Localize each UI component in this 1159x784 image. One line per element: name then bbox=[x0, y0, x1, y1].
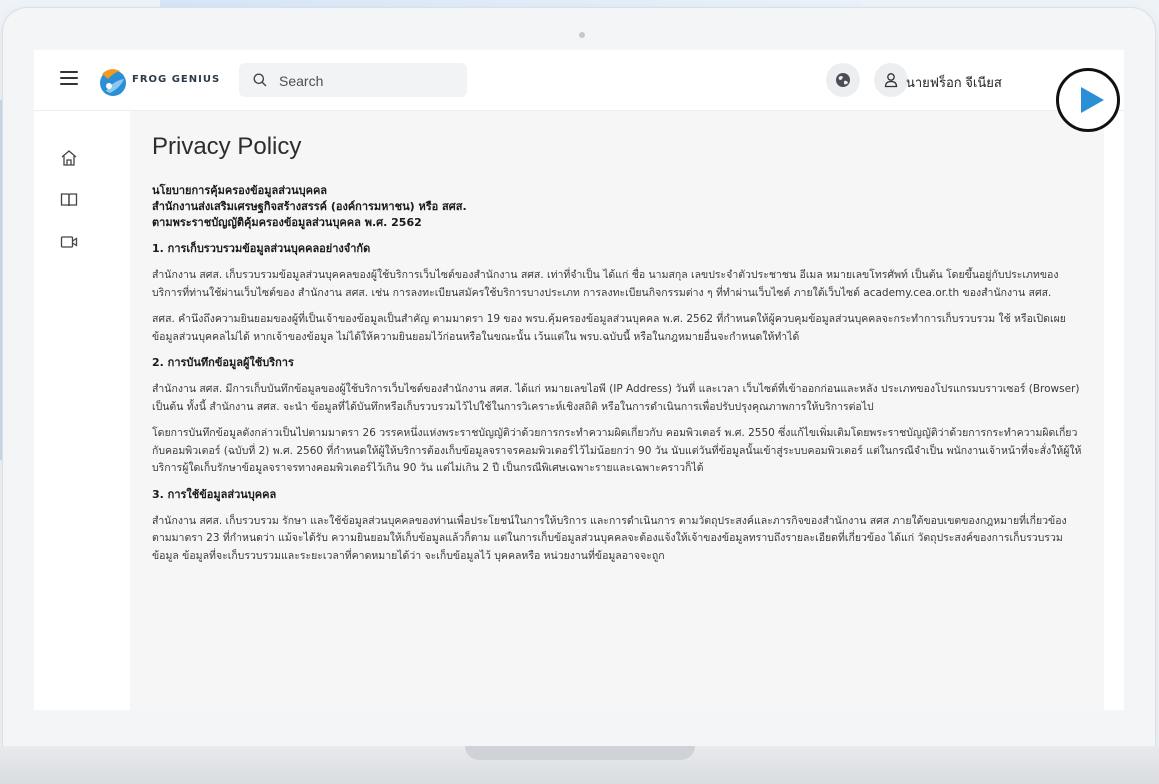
brand-name: FROG GENIUS bbox=[132, 74, 221, 85]
camera-dot bbox=[579, 32, 585, 38]
globe-icon bbox=[836, 73, 850, 87]
book-icon[interactable] bbox=[60, 191, 78, 209]
sidebar bbox=[34, 111, 100, 710]
laptop-notch bbox=[465, 746, 695, 760]
play-icon bbox=[1081, 87, 1104, 113]
section-title: 2. การบันทึกข้อมูลผู้ใช้บริการ bbox=[152, 356, 294, 369]
section-title: 3. การใช้ข้อมูลส่วนบุคคล bbox=[152, 487, 277, 501]
header-line: สำนักงานส่งเสริมเศรษฐกิจสร้างสรรค์ (องค์… bbox=[152, 200, 467, 213]
search-icon bbox=[253, 73, 267, 87]
search-input[interactable] bbox=[277, 69, 461, 93]
home-icon[interactable] bbox=[60, 149, 78, 167]
header-line: ตามพระราชบัญญัติคุ้มครองข้อมูลส่วนบุคคล … bbox=[152, 216, 422, 229]
play-button[interactable] bbox=[1056, 68, 1120, 132]
section-paragraph: สำนักงาน สศส. มีการเก็บบันทึกข้อมูลของผู… bbox=[152, 383, 1080, 413]
header-line: นโยบายการคุ้มครองข้อมูลส่วนบุคคล bbox=[152, 184, 328, 197]
page-title: Privacy Policy bbox=[152, 133, 302, 160]
frog-genius-logo[interactable] bbox=[96, 64, 130, 98]
policy-content[interactable]: Privacy Policy นโยบายการคุ้มครองข้อมูลส่… bbox=[130, 111, 1104, 710]
hamburger-menu-icon[interactable] bbox=[60, 71, 78, 85]
section-paragraph: โดยการบันทึกข้อมูลดังกล่าวเป็นไปตามมาตรา… bbox=[152, 427, 1082, 474]
profile-button[interactable] bbox=[874, 63, 908, 97]
top-bar: FROG GENIUS นายฟร็อก จีเนียส bbox=[34, 50, 1124, 111]
section-paragraph: สำนักงาน สศส. เก็บรวบรวมข้อมูลส่วนบุคคลข… bbox=[152, 269, 1059, 299]
language-button[interactable] bbox=[826, 63, 860, 97]
section-title: 1. การเก็บรวบรวมข้อมูลส่วนบุคคลอย่างจำกั… bbox=[152, 242, 371, 255]
video-icon[interactable] bbox=[60, 233, 78, 251]
section-paragraph: สำนักงาน สศส. เก็บรวบรวม รักษา และใช้ข้อ… bbox=[152, 514, 1067, 562]
document-header: นโยบายการคุ้มครองข้อมูลส่วนบุคคล สำนักงา… bbox=[152, 183, 1084, 231]
search-box[interactable] bbox=[239, 63, 467, 97]
user-icon bbox=[884, 73, 898, 88]
app-screen: FROG GENIUS นายฟร็อก จีเนียส bbox=[34, 50, 1124, 710]
user-name[interactable]: นายฟร็อก จีเนียส bbox=[906, 72, 1002, 93]
section-paragraph: สศส. คำนึงถึงความยินยอมของผู้ที่เป็นเจ้า… bbox=[152, 313, 1066, 343]
